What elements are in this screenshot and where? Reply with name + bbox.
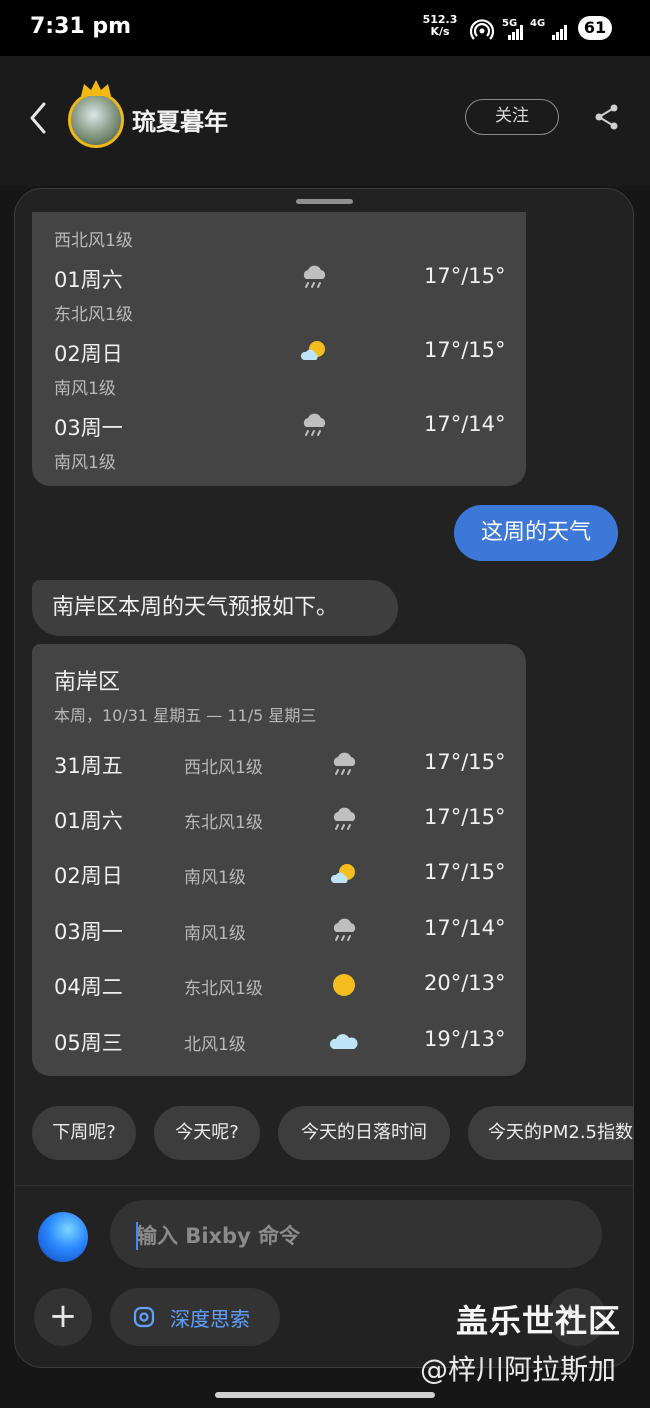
- sheet-drag-handle[interactable]: [296, 199, 353, 204]
- rain-cloud-icon: [303, 413, 326, 436]
- day-label: 01周六: [54, 809, 123, 833]
- wind-text: 东北风1级: [184, 813, 263, 833]
- crown-icon: [81, 80, 111, 96]
- text-cursor: [136, 1222, 138, 1250]
- signal-bars-icon-2: [552, 25, 567, 40]
- add-button[interactable]: +: [34, 1288, 92, 1346]
- wind-text: 东北风1级: [184, 979, 263, 999]
- command-input-placeholder: 输入 Bixby 命令: [136, 1224, 301, 1248]
- rain-cloud-icon: [303, 265, 326, 288]
- temperature-range: 20°/13°: [424, 971, 506, 995]
- temperature-range: 17°/14°: [424, 412, 506, 436]
- cloud-icon: [329, 1034, 358, 1049]
- deep-search-label: 深度思索: [170, 1307, 250, 1331]
- temperature-range: 17°/15°: [424, 860, 506, 884]
- wind-text: 东北风1级: [54, 305, 133, 325]
- day-label: 05周三: [54, 1031, 123, 1055]
- day-label: 02周日: [54, 864, 123, 888]
- bixby-logo-icon[interactable]: [38, 1212, 88, 1262]
- suggestion-chip[interactable]: 今天的PM2.5指数: [468, 1106, 634, 1160]
- temperature-range: 19°/13°: [424, 1027, 506, 1051]
- signal-bars-icon: [508, 25, 523, 40]
- temperature-range: 17°/15°: [424, 750, 506, 774]
- sun-behind-cloud-icon: [330, 864, 355, 883]
- sun-behind-cloud-icon: [300, 341, 325, 360]
- rain-cloud-icon: [333, 807, 356, 830]
- battery-indicator: 61: [578, 16, 612, 40]
- follow-button[interactable]: 关注: [465, 99, 559, 135]
- back-arrow-icon[interactable]: [26, 98, 50, 138]
- deep-search-icon: [133, 1306, 155, 1328]
- input-divider: [14, 1185, 634, 1186]
- forecast-location: 南岸区: [54, 670, 121, 695]
- wind-text: 南风1级: [54, 453, 116, 473]
- day-label: 31周五: [54, 754, 123, 778]
- network-speed: 512.3 K/s: [420, 14, 460, 38]
- wind-text: 北风1级: [184, 1035, 246, 1055]
- temperature-range: 17°/15°: [424, 338, 506, 362]
- network-speed-unit: K/s: [430, 25, 450, 38]
- share-icon[interactable]: [592, 102, 622, 132]
- day-label: 03周一: [54, 416, 123, 440]
- author-name[interactable]: 琉夏暮年: [132, 102, 228, 137]
- wind-text: 西北风1级: [54, 231, 133, 251]
- wind-text: 南风1级: [184, 924, 246, 944]
- temperature-range: 17°/15°: [424, 805, 506, 829]
- suggestion-chip[interactable]: 今天呢?: [154, 1106, 260, 1160]
- wind-text: 南风1级: [184, 868, 246, 888]
- user-message-bubble: 这周的天气: [454, 505, 618, 561]
- forecast-date-range: 本周，10/31 星期五 — 11/5 星期三: [54, 706, 317, 725]
- suggestion-chip[interactable]: 下周呢?: [32, 1106, 136, 1160]
- temperature-range: 17°/15°: [424, 264, 506, 288]
- day-label: 04周二: [54, 975, 123, 999]
- rain-cloud-icon: [333, 752, 356, 775]
- watermark-site: 盖乐世社区: [456, 1302, 622, 1340]
- day-label: 03周一: [54, 920, 123, 944]
- rain-cloud-icon: [333, 918, 356, 941]
- temperature-range: 17°/14°: [424, 916, 506, 940]
- wind-text: 西北风1级: [184, 758, 263, 778]
- bixby-response-bubble: 南岸区本周的天气预报如下。: [32, 580, 398, 636]
- signal-4g-label: 4G: [530, 18, 546, 29]
- status-time: 7:31 pm: [30, 14, 132, 39]
- author-avatar[interactable]: [68, 92, 124, 148]
- watermark-user: @梓川阿拉斯加: [420, 1353, 617, 1386]
- day-label: 01周六: [54, 268, 123, 292]
- suggestion-chip[interactable]: 今天的日落时间: [278, 1106, 450, 1160]
- sun-icon: [333, 974, 355, 996]
- gesture-nav-bar[interactable]: [215, 1392, 435, 1398]
- hotspot-icon: [470, 19, 494, 40]
- day-label: 02周日: [54, 342, 123, 366]
- wind-text: 南风1级: [54, 379, 116, 399]
